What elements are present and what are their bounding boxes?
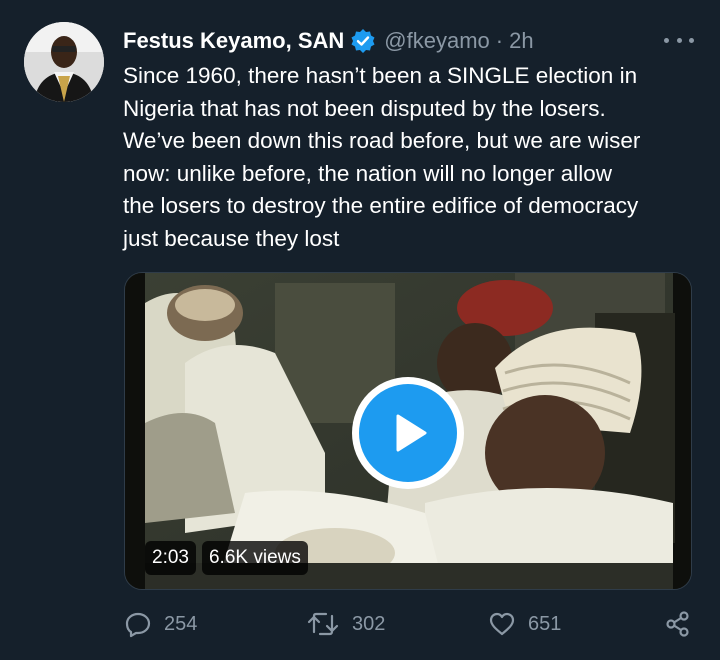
video-player[interactable]: 2:03 6.6K views (124, 272, 692, 590)
avatar[interactable] (24, 22, 104, 102)
heart-icon (489, 612, 515, 636)
video-duration: 2:03 (145, 541, 196, 575)
tweet-header: Festus Keyamo, SAN @fkeyamo · 2h (123, 24, 534, 58)
retweet-icon (307, 612, 339, 636)
video-badges: 2:03 6.6K views (145, 541, 308, 575)
retweet-count: 302 (352, 612, 386, 635)
verified-badge-icon (350, 28, 376, 54)
tweet-actions: 254 302 651 (124, 610, 700, 650)
share-icon (666, 611, 689, 637)
more-dot (689, 37, 694, 43)
like-count: 651 (528, 612, 562, 635)
more-options-icon[interactable] (664, 28, 694, 52)
tweet: Festus Keyamo, SAN @fkeyamo · 2h Since 1… (0, 0, 720, 660)
play-button[interactable] (352, 377, 464, 489)
timestamp[interactable]: 2h (509, 28, 533, 54)
reply-icon (125, 612, 151, 638)
more-dot (664, 37, 669, 43)
more-dot (676, 37, 682, 43)
like-button[interactable]: 651 (488, 610, 561, 638)
video-views: 6.6K views (201, 541, 308, 575)
separator-dot: · (495, 28, 504, 53)
reply-button[interactable]: 254 (124, 610, 197, 638)
handle[interactable]: @fkeyamo (384, 28, 489, 54)
retweet-button[interactable]: 302 (306, 610, 385, 638)
display-name[interactable]: Festus Keyamo, SAN (123, 28, 344, 54)
play-icon (359, 384, 457, 482)
reply-count: 254 (164, 612, 198, 635)
tweet-text: Since 1960, there hasn’t been a SINGLE e… (123, 63, 641, 251)
share-button[interactable] (664, 610, 692, 638)
